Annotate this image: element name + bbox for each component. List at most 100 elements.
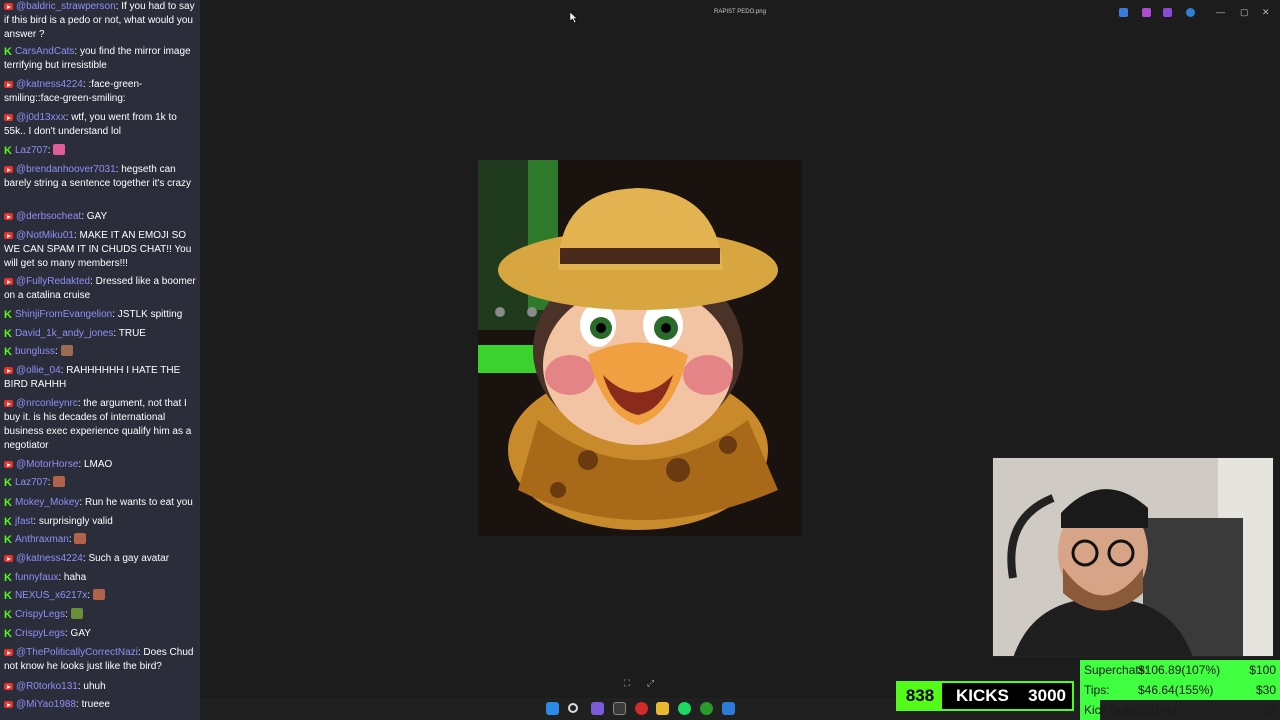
- chat-message: Kfunnyfaux: haha: [4, 571, 196, 585]
- zoom-fit-icon[interactable]: ⛶: [624, 678, 630, 688]
- youtube-badge-icon: [4, 278, 13, 285]
- goal-row: Superchats: $106.89(107%) $100: [1080, 660, 1280, 680]
- emote-icon: [92, 589, 105, 600]
- start-icon[interactable]: [546, 702, 559, 715]
- chat-username[interactable]: David_1k_andy_jones: [15, 328, 113, 339]
- chat-username[interactable]: @ollie_04: [16, 365, 61, 376]
- chat-username[interactable]: CarsAndCats: [15, 46, 74, 57]
- chat-message: K Laz707:: [4, 144, 196, 158]
- youtube-badge-icon: [4, 114, 13, 121]
- chat-username[interactable]: @ThePoliticallyCorrectNazi: [16, 647, 138, 658]
- kick-badge-icon: K: [4, 534, 12, 546]
- kick-badge-icon: K: [4, 590, 12, 602]
- chat-username[interactable]: @j0d13xxx: [16, 112, 66, 123]
- chat-text: JSTLK spitting: [117, 309, 183, 320]
- fullscreen-icon[interactable]: ⤢: [647, 678, 654, 688]
- chat-username[interactable]: @brendanhoover7031: [16, 164, 116, 175]
- photos-icon[interactable]: [722, 702, 735, 715]
- goal-target: $100: [1249, 663, 1276, 677]
- chat-username[interactable]: CrispyLegs: [15, 628, 65, 639]
- chat-message: @j0d13xxx: wtf, you went from 1k to 55k.…: [4, 111, 196, 139]
- goal-row: Tips: $46.64(155%) $30: [1080, 680, 1280, 700]
- chat-username[interactable]: @katness4224: [16, 79, 83, 90]
- chat-username[interactable]: bungluss: [15, 346, 55, 357]
- chat-message: @MotorHorse: LMAO: [4, 458, 196, 472]
- chat-text: haha: [63, 572, 87, 583]
- chat-panel: @baldric_strawperson: If you had to say …: [0, 0, 200, 720]
- goal-label: Tips:: [1084, 683, 1110, 697]
- chat-message: @R0torko131: uhuh: [4, 680, 196, 694]
- chat-separator: :: [54, 346, 61, 357]
- folder-icon[interactable]: [656, 702, 669, 715]
- chat-username[interactable]: NEXUS_x6217x: [15, 590, 87, 601]
- chat-username[interactable]: ShinjiFromEvangelion: [15, 309, 112, 320]
- kick-badge-icon: K: [4, 516, 12, 528]
- youtube-badge-icon: [4, 367, 13, 374]
- minimize-button[interactable]: —: [1216, 7, 1225, 17]
- chat-username[interactable]: @derbsocheat: [16, 211, 81, 222]
- chat-username[interactable]: jfast: [15, 516, 33, 527]
- app-icon-taskbar-3[interactable]: [635, 702, 648, 715]
- chat-message: @NotMiku01: MAKE IT AN EMOJI SO WE CAN S…: [4, 229, 196, 271]
- chat-username[interactable]: Laz707: [15, 145, 48, 156]
- app-icon[interactable]: [1142, 8, 1151, 17]
- chat-message: K NEXUS_x6217x:: [4, 589, 196, 603]
- app-icon-taskbar-2[interactable]: [613, 702, 626, 715]
- search-icon[interactable]: [568, 703, 578, 713]
- chat-message: K CrispyLegs: GAY: [4, 627, 196, 641]
- displayed-image: [478, 160, 802, 536]
- chat-message: Kjfast: surprisingly valid: [4, 515, 196, 529]
- maximize-button[interactable]: ▢: [1240, 7, 1249, 18]
- youtube-badge-icon: [4, 461, 13, 468]
- chat-username[interactable]: @NotMiku01: [16, 230, 74, 241]
- app-icon-taskbar-1[interactable]: [591, 702, 604, 715]
- chat-separator: :: [64, 609, 71, 620]
- youtube-badge-icon: [4, 649, 13, 656]
- donation-goals: Superchats: $106.89(107%) $100 Tips: $46.64(…: [1080, 660, 1280, 720]
- emote-icon: [53, 476, 66, 487]
- chat-username[interactable]: Mokey_Mokey: [15, 497, 79, 508]
- chat-text: trueee: [81, 699, 110, 710]
- youtube-badge-icon: [4, 213, 13, 220]
- chat-message: @FullyRedakted: Dressed like a boomer on…: [4, 275, 196, 303]
- spotify-icon[interactable]: [678, 702, 691, 715]
- chat-separator: :: [87, 590, 93, 601]
- chat-username[interactable]: @R0torko131: [16, 681, 78, 692]
- youtube-badge-icon: [4, 232, 13, 239]
- kick-badge-icon: K: [4, 572, 12, 584]
- xbox-icon[interactable]: [700, 702, 713, 715]
- chat-username[interactable]: CrispyLegs: [15, 609, 65, 620]
- goal-target: 10: [1262, 703, 1276, 717]
- kick-badge-icon: K: [4, 497, 12, 509]
- goal-value: $46.64(155%): [1138, 683, 1214, 697]
- edit-icon[interactable]: [1119, 8, 1128, 17]
- emote-icon: [53, 144, 66, 155]
- chat-text: Such a gay avatar: [88, 553, 170, 564]
- webcam-overlay: [992, 457, 1274, 657]
- chat-username[interactable]: @FullyRedakted: [16, 276, 90, 287]
- chat-message: @brendanhoover7031: hegseth can barely s…: [4, 163, 196, 191]
- chat-username[interactable]: @baldric_strawperson: [16, 1, 116, 12]
- chat-username[interactable]: @nrconleynrc: [16, 398, 78, 409]
- goal-target: $30: [1255, 683, 1276, 697]
- chat-message: @nrconleynrc: the argument, not that I b…: [4, 397, 196, 453]
- chat-message: K Anthraxman:: [4, 533, 196, 547]
- cloud-icon[interactable]: [1186, 8, 1195, 17]
- chat-message: K ShinjiFromEvangelion: JSTLK spitting: [4, 308, 196, 322]
- chat-username[interactable]: Laz707: [15, 477, 48, 488]
- chat-text: surprisingly valid: [38, 516, 113, 527]
- kick-badge-icon: K: [4, 628, 12, 640]
- chat-username[interactable]: @MotorHorse: [16, 459, 78, 470]
- chat-username[interactable]: funnyfaux: [15, 572, 58, 583]
- app-icon-2[interactable]: [1163, 8, 1172, 17]
- close-button[interactable]: ✕: [1262, 7, 1270, 18]
- chat-username[interactable]: Anthraxman: [15, 534, 69, 545]
- kicks-goal-bar: 838 KICKS 3000: [896, 681, 1074, 711]
- chat-username[interactable]: @katness4224: [16, 553, 83, 564]
- youtube-badge-icon: [4, 400, 13, 407]
- chat-text: Run he wants to eat you: [84, 497, 193, 508]
- chat-username[interactable]: @MiYao1988: [16, 699, 76, 710]
- chat-message: K CrispyLegs:: [4, 608, 196, 622]
- goal-value: $106.89(107%): [1138, 663, 1221, 677]
- kicks-label: KICKS: [956, 686, 1009, 705]
